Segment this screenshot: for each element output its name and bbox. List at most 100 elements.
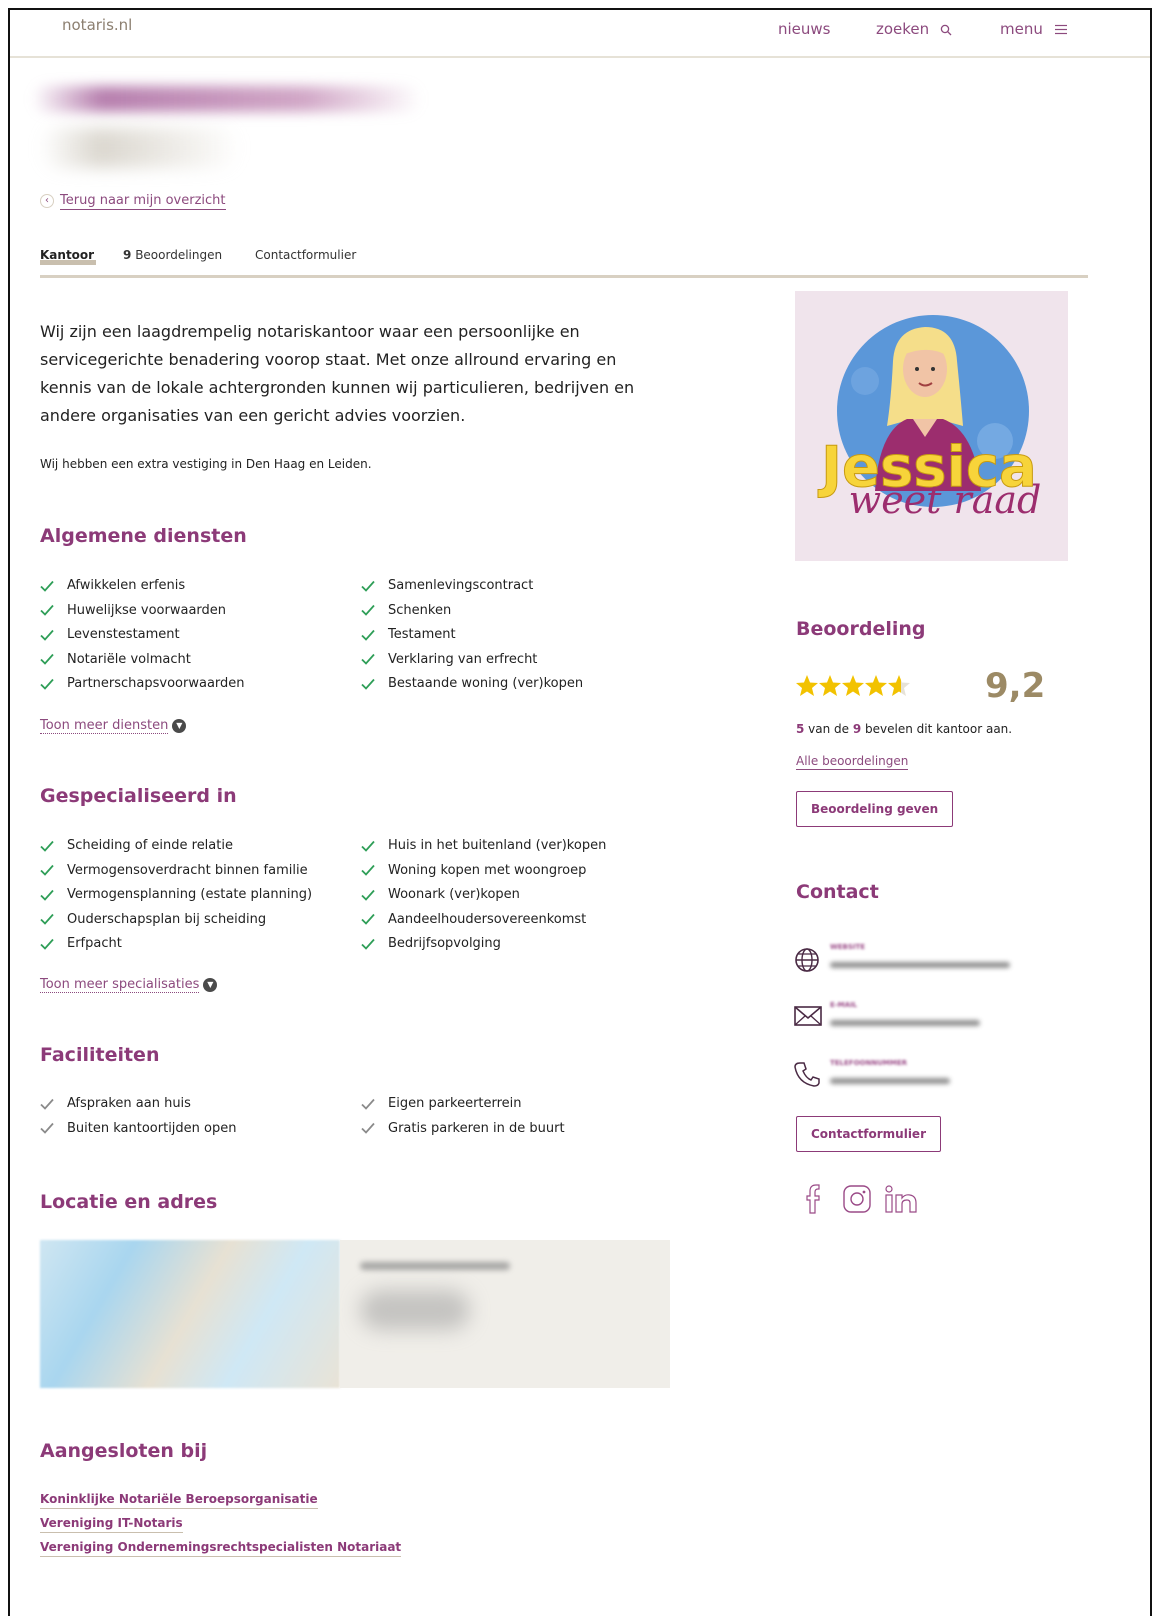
star-rating <box>796 674 912 705</box>
list-item: Aandeelhoudersovereenkomst <box>361 908 606 933</box>
recommend-end: bevelen dit kantoor aan. <box>861 722 1013 736</box>
list-item-label: Notariële volmacht <box>67 651 191 667</box>
contact-heading: Contact <box>796 881 879 903</box>
specialized-list-col1: Scheiding of einde relatie Vermogensoverd… <box>40 834 312 957</box>
site-logo[interactable]: notaris.nl <box>62 16 132 34</box>
half-star-icon <box>888 675 910 696</box>
list-item-label: Vermogensplanning (estate planning) <box>67 887 313 902</box>
list-item: Schenken <box>361 599 583 624</box>
star-icons <box>796 675 910 696</box>
list-item: Huis in het buitenland (ver)kopen <box>361 834 606 859</box>
checkmark-icon <box>361 604 375 616</box>
list-item-label: Buiten kantoortijden open <box>67 1120 237 1136</box>
chevron-left-icon: ‹ <box>40 193 54 208</box>
list-item-label: Huwelijkse voorwaarden <box>67 602 227 618</box>
checkmark-icon <box>361 653 375 665</box>
nav-search-label: zoeken <box>876 20 930 38</box>
list-item: Gratis parkeren in de buurt <box>361 1117 565 1142</box>
affiliation-link[interactable]: Koninklijke Notariële Beroepsorganisatie <box>40 1492 318 1509</box>
website-label: WEBSITE <box>830 943 866 951</box>
redacted-address-block <box>360 1290 470 1330</box>
redacted-website-value[interactable] <box>830 962 1010 968</box>
jessica-weet-raad-logo: Jessica weet raad <box>817 315 1042 522</box>
tab-beoordelingen[interactable]: 9 Beoordelingen <box>123 248 222 262</box>
show-more-services-link[interactable]: Toon meer diensten ▼ <box>40 718 187 734</box>
list-item-label: Erfpacht <box>67 936 122 951</box>
star-icon <box>865 675 887 696</box>
tab-reviews-count: 9 <box>123 248 132 262</box>
list-item-label: Aandeelhoudersovereenkomst <box>388 911 587 927</box>
affiliation-link[interactable]: Vereniging Ondernemingsrechtspecialisten… <box>40 1540 402 1557</box>
search-icon <box>940 24 952 35</box>
checkmark-icon <box>361 913 375 925</box>
checkmark-icon <box>40 604 54 616</box>
contact-form-button[interactable]: Contactformulier <box>796 1116 941 1152</box>
checkmark-icon <box>361 889 375 901</box>
list-item: Bedrijfsopvolging <box>361 932 606 957</box>
list-item-label: Woonark (ver)kopen <box>388 887 520 902</box>
list-item: Bestaande woning (ver)kopen <box>361 672 583 697</box>
rating-heading: Beoordeling <box>796 618 926 640</box>
list-item-label: Levenstestament <box>67 627 180 642</box>
office-profile-image: Jessica weet raad <box>795 291 1068 561</box>
back-link[interactable]: ‹ Terug naar mijn overzicht <box>40 193 226 210</box>
give-review-button[interactable]: Beoordeling geven <box>796 791 954 827</box>
tab-reviews-label: Beoordelingen <box>135 248 223 262</box>
star-icon <box>796 675 818 696</box>
checkmark-icon <box>361 1098 375 1110</box>
list-item-label: Afwikkelen erfenis <box>67 578 186 593</box>
list-item-label: Gratis parkeren in de buurt <box>388 1120 565 1136</box>
office-description: Wij zijn een laagdrempelig notariskantoo… <box>40 322 635 425</box>
list-item: Levenstestament <box>40 623 245 648</box>
list-item-label: Samenlevingscontract <box>388 578 534 593</box>
affiliation-link[interactable]: Vereniging IT-Notaris <box>40 1516 183 1533</box>
instagram-icon[interactable] <box>842 1184 872 1214</box>
specialized-heading: Gespecialiseerd in <box>40 785 237 807</box>
tab-kantoor[interactable]: Kantoor <box>40 248 96 265</box>
list-item: Scheiding of einde relatie <box>40 834 312 859</box>
location-map[interactable] <box>40 1240 340 1388</box>
profile-tagline-text: weet raad <box>849 478 1042 522</box>
star-icon <box>842 675 864 696</box>
facilities-heading: Faciliteiten <box>40 1044 160 1066</box>
nav-news-link[interactable]: nieuws <box>778 20 831 38</box>
checkmark-icon <box>40 938 54 950</box>
nav-search-link[interactable]: zoeken <box>876 20 952 38</box>
recommend-text: 5 van de 9 bevelen dit kantoor aan. <box>796 722 1012 736</box>
checkmark-icon <box>361 629 375 641</box>
chevron-down-icon: ▼ <box>172 718 187 733</box>
active-tab-indicator <box>40 260 96 265</box>
list-item-label: Schenken <box>388 602 452 618</box>
redacted-email-value[interactable] <box>830 1020 980 1026</box>
list-item: Vermogensplanning (estate planning) <box>40 883 312 908</box>
facebook-icon[interactable] <box>806 1184 820 1214</box>
linkedin-icon[interactable] <box>884 1184 920 1214</box>
top-navigation-bar: notaris.nl nieuws zoeken menu <box>10 10 1150 58</box>
checkmark-icon <box>361 1122 375 1134</box>
checkmark-icon <box>40 913 54 925</box>
nav-menu-button[interactable]: menu <box>1000 20 1068 38</box>
hamburger-icon <box>1054 24 1067 35</box>
list-item: Notariële volmacht <box>40 648 245 673</box>
checkmark-icon <box>361 864 375 876</box>
list-item-label: Woning kopen met woongroep <box>388 862 587 878</box>
list-item: Verklaring van erfrecht <box>361 648 583 673</box>
star-icon <box>819 675 841 696</box>
globe-icon <box>795 948 819 972</box>
tab-contactformulier[interactable]: Contactformulier <box>255 248 356 262</box>
checkmark-icon <box>40 1098 54 1110</box>
location-heading: Locatie en adres <box>40 1191 218 1213</box>
chevron-down-icon: ▼ <box>203 977 218 992</box>
list-item: Afspraken aan huis <box>40 1092 236 1117</box>
extra-location-note: Wij hebben een extra vestiging in Den Ha… <box>40 457 372 471</box>
list-item-label: Testament <box>388 627 456 642</box>
all-reviews-link[interactable]: Alle beoordelingen <box>796 754 909 770</box>
redacted-phone-value[interactable] <box>830 1078 950 1084</box>
list-item: Buiten kantoortijden open <box>40 1117 236 1142</box>
phone-label: TELEFOONNUMMER <box>830 1059 907 1067</box>
list-item-label: Vermogensoverdracht binnen familie <box>67 862 308 878</box>
list-item: Woonark (ver)kopen <box>361 883 606 908</box>
show-more-specializations-link[interactable]: Toon meer specialisaties ▼ <box>40 977 218 993</box>
list-item-label: Scheiding of einde relatie <box>67 838 233 853</box>
affiliations-heading: Aangesloten bij <box>40 1440 208 1462</box>
